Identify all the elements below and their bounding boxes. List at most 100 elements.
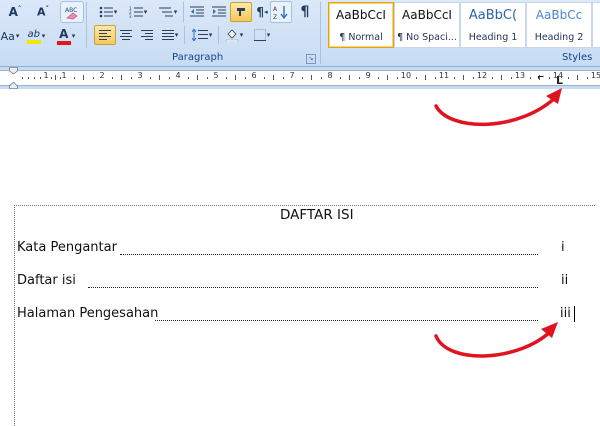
align-center-icon [120, 29, 132, 40]
sort-button[interactable]: A Z [270, 1, 292, 23]
ruler-tick [225, 77, 227, 79]
style-sample: AaBbCcI [402, 8, 452, 22]
ruler-tick [187, 77, 189, 79]
justify-button[interactable]: ▾ [157, 25, 183, 45]
line-spacing-button[interactable]: ▾ [187, 25, 217, 45]
show-formatting-marks-button[interactable]: ¶ ◂ [252, 2, 272, 22]
style-sample: AaBbCcI [336, 8, 386, 22]
ruler-tick [586, 77, 588, 79]
ruler-tick [377, 77, 379, 79]
ruler-tick [301, 77, 303, 79]
style-tile-heading-1[interactable]: AaBbC( Heading 1 [460, 2, 526, 48]
show-hide-button[interactable]: ¶ [294, 2, 316, 22]
ruler-tick [273, 75, 274, 80]
ruler-tick [311, 75, 312, 80]
borders-button[interactable]: ▾ [248, 25, 276, 45]
ruler-tick [491, 77, 493, 79]
paragraph-group-label: Paragraph [172, 52, 224, 63]
ribbon: A˄ A˅ ABC Aa ▾ ab ▾ A ▾ ▾ 1 2 3 ▾ ▾ ¶ ◂ … [0, 0, 600, 67]
ruler-tick [463, 75, 464, 80]
ruler-tick [263, 77, 265, 79]
ruler-number: 2 [99, 71, 105, 80]
multilevel-list-button[interactable]: ▾ [154, 2, 182, 22]
svg-text:Z: Z [273, 14, 277, 20]
numbering-icon: 1 2 3 [129, 6, 143, 18]
pilcrow-icon: ¶ [300, 4, 310, 20]
toc-entry-label: Daftar isi [17, 273, 76, 288]
tab-stop-marker[interactable]: L [556, 74, 563, 87]
style-name: Heading 1 [468, 32, 518, 43]
ruler-tick [149, 77, 151, 79]
bullets-button[interactable]: ▾ [94, 2, 122, 22]
style-tile-normal[interactable]: AaBbCcI ¶ Normal [328, 2, 394, 48]
ruler-tick [235, 75, 236, 80]
change-case-label: Aa [0, 29, 15, 43]
ruler-tick [548, 77, 550, 79]
grow-font-button[interactable]: A˄ [2, 2, 28, 22]
decrease-indent-button[interactable] [186, 2, 208, 22]
style-tile-heading-2[interactable]: AaBbCc Heading 2 [526, 2, 592, 48]
justify-icon [161, 29, 174, 40]
ruler-tick [197, 75, 198, 80]
ruler-tick [121, 75, 122, 80]
style-name: ¶ No Spaci... [397, 32, 457, 43]
shrink-font-button[interactable]: A˅ [30, 2, 56, 22]
ruler-marks: 1 1 2 3 4 5 6 7 8 9 10 11 12 13 14 15 [0, 71, 600, 85]
ruler-number: 1 [43, 71, 49, 80]
ruler-tick [434, 77, 436, 79]
ruler-tick [349, 75, 350, 80]
ruler-tick [73, 77, 75, 79]
separator [184, 26, 185, 44]
shading-button[interactable]: ▾ [220, 25, 248, 45]
indent-marker-icon[interactable] [9, 67, 18, 89]
document-page[interactable]: DAFTAR ISI Kata Pengantar i Daftar isi i… [0, 90, 600, 426]
ruler-tick [339, 77, 341, 79]
ruler-number: 10 [400, 71, 412, 80]
style-name: Heading 2 [534, 32, 584, 43]
separator [320, 2, 321, 64]
style-sample: AaBbC( [468, 8, 518, 23]
change-case-button[interactable]: Aa ▾ [0, 26, 20, 46]
ruler-number: 11 [438, 71, 450, 80]
align-left-button[interactable] [94, 25, 116, 45]
svg-text:A: A [273, 6, 278, 13]
style-sample: AaBbCc [535, 8, 583, 22]
svg-text:3: 3 [129, 14, 132, 18]
ruler-tick [425, 75, 426, 80]
ruler-number: 3 [137, 71, 143, 80]
increase-indent-button[interactable] [208, 2, 230, 22]
clear-formatting-button[interactable]: ABC [60, 1, 84, 23]
toc-entry-label: Kata Pengantar [17, 240, 117, 255]
font-color-icon: A [59, 26, 69, 41]
highlight-color-swatch [26, 39, 41, 44]
ruler-tick [22, 77, 23, 79]
numbering-button[interactable]: 1 2 3 ▾ [124, 2, 152, 22]
grow-font-icon: A˄ [8, 5, 22, 19]
toc-leader-dots [88, 286, 538, 288]
increase-indent-icon [212, 6, 226, 17]
tab-stop-marker-left[interactable]: ⌐ [537, 73, 545, 83]
font-color-button[interactable]: A ▾ [52, 25, 80, 47]
align-center-button[interactable] [115, 25, 137, 45]
toc-entry-page: iii [560, 306, 571, 321]
ruler-tick [50, 77, 52, 79]
ruler-tick [567, 77, 569, 79]
multilevel-list-icon [158, 7, 173, 17]
text-direction-button[interactable] [230, 2, 252, 22]
paragraph-dialog-launcher-icon[interactable]: ↘ [306, 54, 316, 64]
toc-leader-dots [155, 319, 538, 321]
paragraph-mark-icon: ¶ [256, 5, 265, 19]
ruler-number: 4 [175, 71, 181, 80]
styles-more-partial[interactable] [592, 2, 600, 48]
horizontal-ruler[interactable]: 1 1 2 3 4 5 6 7 8 9 10 11 12 13 14 15 L ⌐ [0, 67, 600, 89]
line-spacing-icon [191, 29, 208, 41]
separator [218, 26, 219, 44]
ruler-number: 6 [251, 71, 257, 80]
bullets-icon [99, 6, 113, 18]
ruler-number: 1 [61, 71, 67, 80]
align-right-button[interactable] [136, 25, 158, 45]
highlight-color-button[interactable]: ab ▾ [22, 25, 50, 47]
style-tile-no-spacing[interactable]: AaBbCcI ¶ No Spaci... [394, 2, 460, 48]
ruler-tick [130, 77, 132, 79]
ruler-tick [396, 77, 398, 79]
